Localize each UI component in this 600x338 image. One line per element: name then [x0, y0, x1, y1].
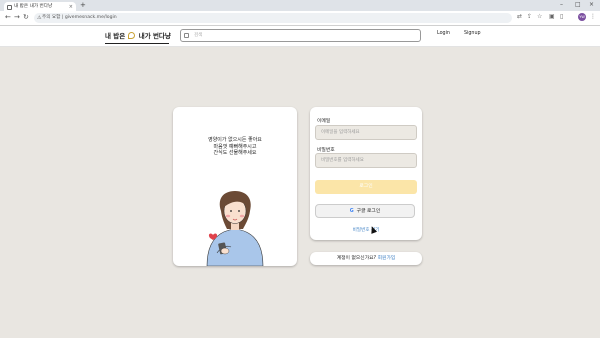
share-icon[interactable]: ⇪: [527, 13, 532, 20]
forgot-password-link[interactable]: 비밀번호 찾기: [310, 227, 422, 233]
url-warning: 주의 요함: [42, 15, 61, 20]
signup-prompt-row: 계정이 없으신가요? 회원가입: [310, 252, 422, 265]
extensions-icon[interactable]: ▣: [549, 13, 555, 20]
browser-toolbar: ← → ↻ ⚠ 주의 요함 | givemesnack.me/login ⇄ ⇪…: [0, 11, 600, 26]
email-field[interactable]: 이메일을 입력하세요: [315, 125, 417, 140]
tab-title: 내 밥은 내가 번다냥: [14, 4, 53, 9]
search-icon: [184, 33, 189, 38]
signup-card-link[interactable]: 회원가입: [378, 256, 396, 261]
login-link[interactable]: Login: [437, 31, 450, 36]
logo-text-2: 내가 번다냥: [138, 32, 171, 40]
maximize-icon[interactable]: □: [575, 1, 581, 8]
forward-icon[interactable]: →: [14, 13, 20, 21]
google-icon: G: [349, 209, 354, 214]
signup-prompt: 계정이 없으신가요?: [336, 256, 377, 261]
site-logo[interactable]: 내 밥은 내가 번다냥: [105, 29, 171, 44]
search-input[interactable]: 검색: [180, 29, 421, 42]
google-login-label: 구글 로그인: [356, 209, 381, 214]
reload-icon[interactable]: ↻: [23, 13, 29, 21]
back-icon[interactable]: ←: [5, 13, 11, 21]
browser-chrome: 내 밥은 내가 번다냥 × + – □ × ← → ↻ ⚠ 주의 요함 | gi…: [0, 0, 600, 26]
warning-icon: ⚠: [37, 15, 42, 21]
login-button[interactable]: 로그인: [315, 180, 417, 194]
menu-icon[interactable]: ⋮: [590, 13, 596, 20]
translate-icon[interactable]: ⇄: [517, 13, 522, 20]
login-form-card: 이메일 이메일을 입력하세요 비밀번호 비밀번호를 입력하세요 로그인 G 구글 …: [310, 107, 422, 240]
password-label: 비밀번호: [317, 148, 335, 153]
google-login-button[interactable]: G 구글 로그인: [315, 204, 415, 218]
profile-avatar[interactable]: YW: [578, 13, 586, 21]
url-text: givemesnack.me/login: [64, 15, 117, 20]
illustration-card: 영양이가 없으시든 좋아요 마음껏 예뻐해주시고 간식도 선물해주세요: [173, 107, 297, 266]
favicon-icon: [7, 5, 12, 10]
password-field[interactable]: 비밀번호를 입력하세요: [315, 153, 417, 168]
sidebar-icon[interactable]: ▯: [560, 13, 563, 20]
email-label: 이메일: [317, 119, 331, 124]
close-window-icon[interactable]: ×: [589, 1, 594, 8]
tab-strip: 내 밥은 내가 번다냥 × + – □ ×: [0, 0, 600, 12]
new-tab-button[interactable]: +: [80, 1, 86, 9]
signup-link[interactable]: Signup: [464, 31, 481, 36]
girl-illustration: [206, 191, 264, 266]
address-bar[interactable]: ⚠ 주의 요함 | givemesnack.me/login: [34, 13, 512, 23]
search-placeholder: 검색: [194, 33, 203, 38]
logo-heart-icon: [128, 32, 136, 39]
logo-text-1: 내 밥은: [105, 32, 126, 40]
signup-card: 계정이 없으신가요? 회원가입: [310, 252, 422, 265]
bookmark-star-icon[interactable]: ☆: [537, 13, 542, 20]
minimize-icon[interactable]: –: [560, 1, 563, 8]
